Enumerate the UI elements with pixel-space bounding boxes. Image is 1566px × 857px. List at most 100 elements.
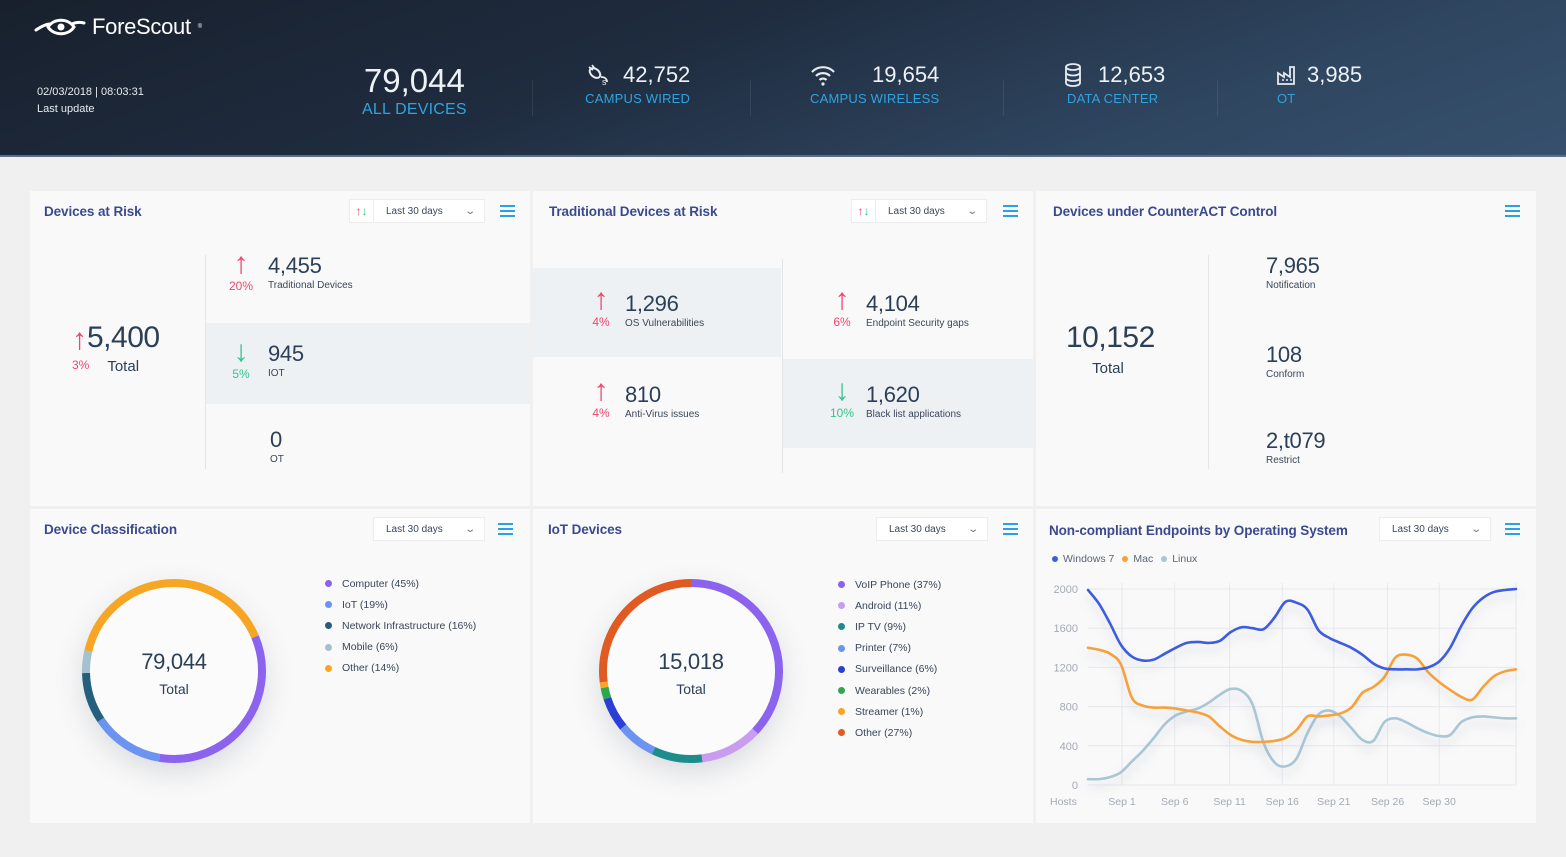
range-dropdown[interactable]: Last 30 days ⌄ [877, 518, 987, 540]
legend-item-windows-7[interactable]: Windows 7 [1052, 553, 1114, 565]
donut-slice-iot[interactable] [97, 717, 161, 762]
x-tick-label: Sep 26 [1371, 796, 1404, 808]
legend-item-network-infrastructure[interactable]: Network Infrastructure (16%) [325, 615, 476, 636]
counteract-item[interactable]: 2,t079 Restrict [1266, 428, 1326, 466]
legend-label: Mobile (6%) [342, 641, 399, 654]
range-dropdown[interactable]: Last 30 days ⌄ [876, 200, 986, 222]
legend-item-streamer[interactable]: Streamer (1%) [838, 701, 941, 722]
legend-item-other[interactable]: Other (27%) [838, 722, 941, 743]
risk-item-label: Black list applications [866, 409, 962, 420]
series-line-windows-7[interactable] [1086, 587, 1518, 671]
donut-slice-wearables[interactable] [600, 686, 612, 700]
brand-mark: ® [197, 24, 202, 30]
risk-item-value: 810 [625, 382, 661, 407]
range-dropdown[interactable]: Last 30 days ⌄ [374, 518, 484, 540]
range-dropdown[interactable]: Last 30 days ⌄ [1380, 518, 1490, 540]
x-tick-label: Sep 6 [1161, 796, 1189, 808]
donut-slice-streamer[interactable] [599, 681, 609, 689]
donut-slice-ip-tv[interactable] [651, 746, 703, 763]
counteract-item-value: 7,965 [1266, 253, 1320, 278]
range-dropdown[interactable]: Last 30 days ⌄ [374, 200, 484, 222]
hamburger-menu-icon[interactable] [1003, 523, 1018, 535]
counteract-total[interactable]: 10,152 Total [1066, 321, 1155, 377]
legend-dot-icon [838, 602, 845, 610]
donut-slice-android[interactable] [701, 728, 759, 763]
ot-stat[interactable]: 3,985 OT [1275, 62, 1362, 106]
legend-item-surveillance[interactable]: Surveillance (6%) [838, 659, 941, 680]
legend-item-android[interactable]: Android (11%) [838, 595, 941, 616]
hamburger-menu-icon[interactable] [1505, 205, 1520, 217]
donut-legend: Computer (45%) IoT (19%) Network Infrastru… [325, 573, 476, 679]
risk-item-pct: 5% [232, 367, 250, 381]
donut-slice-mobile[interactable] [82, 650, 93, 674]
risk-item-value: 4,455 [268, 253, 322, 278]
legend-item-mobile[interactable]: Mobile (6%) [325, 637, 476, 658]
data-center-value: 12,653 [1098, 62, 1166, 87]
risk-item[interactable]: ↓ 10% 1,620 Black list applications [830, 376, 962, 421]
svg-text:s: s [602, 77, 607, 87]
range-dropdown-value: Last 30 days [889, 523, 946, 535]
range-dropdown-value: Last 30 days [1392, 523, 1449, 535]
iot-devices-panel: IoT Devices Last 30 days ⌄ 15,018 Total V… [533, 509, 1033, 823]
hamburger-menu-icon[interactable] [500, 205, 515, 217]
legend-dot-icon [325, 601, 332, 609]
legend-dot-icon [1122, 556, 1129, 562]
divider [532, 80, 533, 116]
risk-item-value: 0 [270, 427, 282, 452]
donut-slice-network-infrastructure[interactable] [82, 672, 105, 723]
database-icon [1065, 63, 1081, 87]
legend-item-linux[interactable]: Linux [1161, 553, 1197, 565]
legend-label: Mac [1133, 553, 1154, 565]
series-line-linux[interactable] [1086, 687, 1518, 781]
legend-item-iot[interactable]: IoT (19%) [325, 594, 476, 615]
legend-dot-icon [838, 729, 845, 737]
risk-item-label: Traditional Devices [268, 280, 353, 291]
legend-item-wearables[interactable]: Wearables (2%) [838, 680, 941, 701]
donut-slice-surveillance[interactable] [603, 696, 627, 730]
sort-button[interactable]: ↑ ↓ [852, 200, 876, 222]
legend-item-printer[interactable]: Printer (7%) [838, 638, 941, 659]
campus-wireless-value: 19,654 [872, 62, 940, 87]
legend-label: VoIP Phone (37%) [855, 578, 942, 591]
campus-wireless-stat[interactable]: 19,654 CAMPUS WIRELESS [810, 62, 939, 106]
risk-item[interactable]: ↑ 4% 1,296 OS Vulnerabilities [589, 285, 704, 330]
risk-item[interactable]: ↓ 5% 945 IOT [228, 337, 304, 382]
campus-wired-stat[interactable]: s 42,752 CAMPUS WIRED [585, 62, 690, 106]
chevron-down-icon: ⌄ [463, 205, 476, 217]
device-classification-panel: Device Classification Last 30 days ⌄ 79,0… [30, 509, 530, 823]
risk-item[interactable]: 0 OT [270, 427, 284, 465]
all-devices-stat[interactable]: 79,044 ALL DEVICES [362, 62, 467, 119]
legend-item-other[interactable]: Other (14%) [325, 658, 476, 679]
donut-slice-other[interactable] [84, 579, 259, 652]
risk-item[interactable]: ↑ 4% 810 Anti-Virus issues [589, 376, 699, 421]
brand-logo[interactable]: ForeScout ® [34, 14, 202, 40]
wired-plug-icon: s [588, 64, 608, 87]
counteract-item[interactable]: 7,965 Notification [1266, 253, 1320, 291]
counteract-item-value: 108 [1266, 342, 1302, 367]
counteract-item[interactable]: 108 Conform [1266, 342, 1304, 380]
donut-total-value: 79,044 [141, 649, 207, 674]
risk-item[interactable]: ↑ 20% 4,455 Traditional Devices [228, 249, 353, 294]
range-control: ↑ ↓ Last 30 days ⌄ [349, 199, 485, 223]
legend-label: Network Infrastructure (16%) [342, 619, 477, 632]
hamburger-menu-icon[interactable] [1003, 205, 1018, 217]
y-tick-label: 0 [1072, 780, 1078, 792]
campus-wireless-label: CAMPUS WIRELESS [810, 91, 940, 106]
legend-item-ip-tv[interactable]: IP TV (9%) [838, 616, 941, 637]
last-update: 02/03/2018 | 08:03:31 Last update [37, 84, 144, 118]
data-center-stat[interactable]: 12,653 DATA CENTER [1060, 62, 1165, 106]
sort-down-icon: ↓ [863, 204, 870, 218]
legend-item-mac[interactable]: Mac [1122, 553, 1153, 565]
legend-item-voip-phone[interactable]: VoIP Phone (37%) [838, 574, 941, 595]
range-control: Last 30 days ⌄ [876, 517, 988, 541]
legend-item-computer[interactable]: Computer (45%) [325, 573, 476, 594]
hamburger-menu-icon[interactable] [1505, 523, 1520, 535]
series-line-mac[interactable] [1086, 646, 1518, 744]
sort-button[interactable]: ↑ ↓ [350, 200, 374, 222]
risk-item[interactable]: ↑ 6% 4,104 Endpoint Security gaps [830, 285, 969, 330]
legend-dot-icon [325, 580, 332, 588]
risk-total[interactable]: ↑ 5,400 3% Total [72, 321, 212, 375]
donut-slice-printer[interactable] [620, 724, 656, 755]
traditional-devices-panel: Traditional Devices at Risk ↑ ↓ Last 30 d… [533, 191, 1033, 506]
hamburger-menu-icon[interactable] [498, 523, 513, 535]
